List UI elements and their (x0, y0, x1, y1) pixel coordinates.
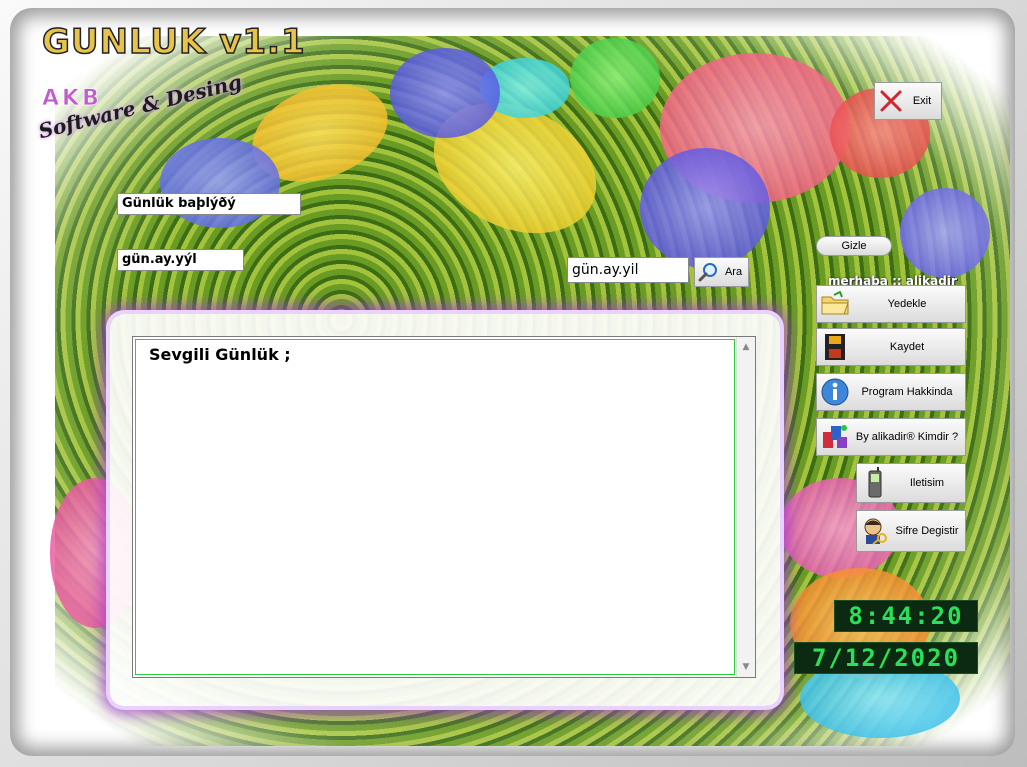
diary-text: Sevgili Günlük ; (149, 345, 291, 364)
app-title: GUNLUK v1.1 (41, 21, 306, 63)
folder-open-icon (817, 287, 853, 321)
exit-label: Exit (912, 95, 932, 107)
scroll-up-arrow-icon[interactable]: ▲ (737, 339, 755, 355)
backup-button[interactable]: Yedekle (816, 285, 966, 323)
textarea-inner-border (135, 339, 735, 675)
title-input[interactable]: Günlük baþlýðý (117, 193, 301, 215)
floppy-disk-icon (817, 330, 853, 364)
about-program-label: Program Hakkinda (861, 386, 953, 398)
hide-button[interactable]: Gizle (816, 236, 892, 256)
date-input[interactable]: gün.ay.yýl (117, 249, 244, 271)
save-label: Kaydet (889, 341, 925, 353)
backup-label: Yedekle (887, 298, 927, 310)
window-body: GUNLUK v1.1 AKB Software & Desing Exit G… (10, 8, 1015, 756)
flower-blue-decor (390, 48, 500, 138)
butterfly-green-decor (570, 38, 660, 118)
contact-label: Iletisim (909, 477, 945, 489)
date-display: 7/12/2020 (794, 642, 978, 674)
flower-blue-decor-2 (640, 148, 770, 268)
search-label: Ara (724, 266, 743, 278)
who-is-author-label: By alikadir® Kimdir ? (855, 431, 959, 443)
cellphone-icon (857, 466, 893, 500)
exit-button[interactable]: Exit (874, 82, 942, 120)
who-is-author-button[interactable]: By alikadir® Kimdir ? (816, 418, 966, 456)
user-key-icon (857, 514, 893, 548)
about-program-button[interactable]: Program Hakkinda (816, 373, 966, 411)
search-button[interactable]: Ara (694, 257, 749, 287)
change-password-label: Sifre Degistir (895, 525, 959, 537)
close-icon (875, 84, 907, 118)
diary-textarea[interactable]: Sevgili Günlük ; ▲ ▼ (132, 336, 756, 678)
flower-blue-decor-4 (900, 188, 990, 278)
search-date-input[interactable]: gün.ay.yil (567, 257, 689, 283)
hide-label: Gizle (841, 240, 867, 252)
time-display: 8:44:20 (834, 600, 978, 632)
scroll-down-arrow-icon[interactable]: ▼ (737, 659, 755, 675)
blocks-icon (817, 420, 853, 454)
window-frame: GUNLUK v1.1 AKB Software & Desing Exit G… (0, 0, 1027, 767)
change-password-button[interactable]: Sifre Degistir (856, 510, 966, 552)
info-icon (817, 375, 853, 409)
save-button[interactable]: Kaydet (816, 328, 966, 366)
magnifier-icon (695, 255, 723, 289)
vertical-scrollbar[interactable]: ▲ ▼ (736, 337, 755, 677)
contact-button[interactable]: Iletisim (856, 463, 966, 503)
